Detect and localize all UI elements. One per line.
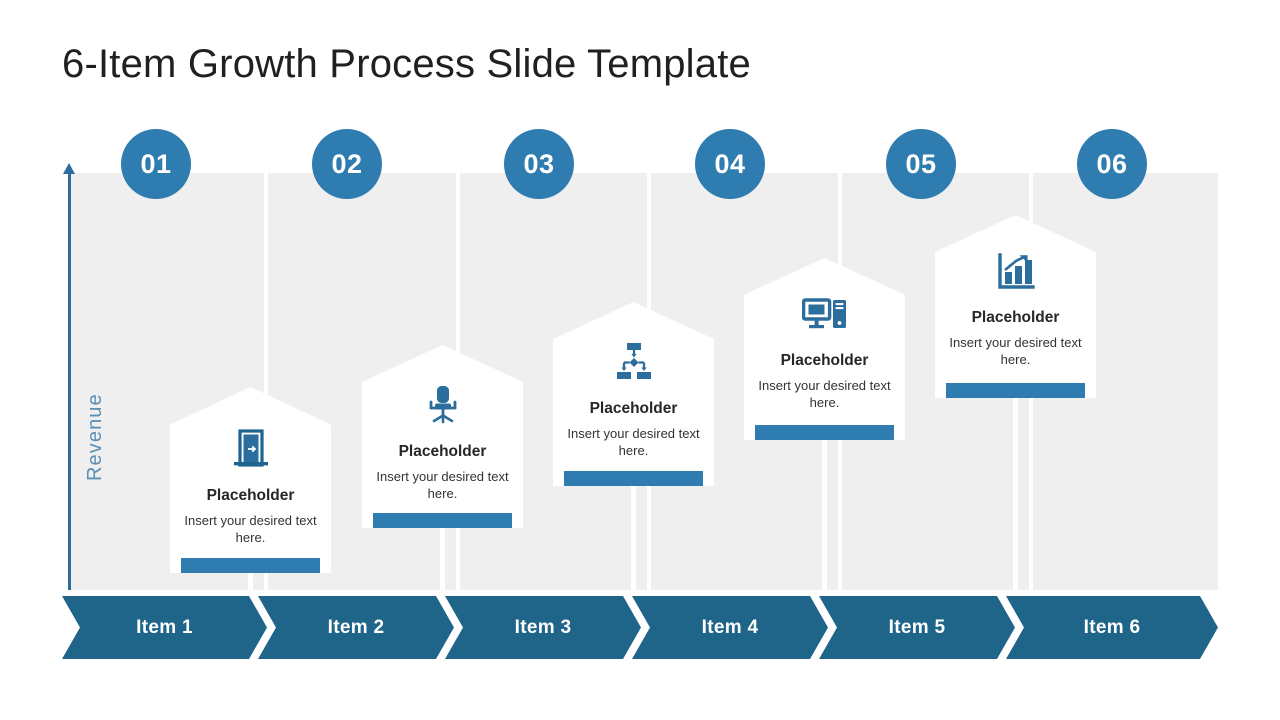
card-heading: Placeholder: [589, 400, 678, 417]
step-circle-02[interactable]: 02: [312, 129, 382, 199]
step-card-3[interactable]: Placeholder Insert your desired text her…: [553, 302, 714, 486]
card-text: Insert your desired text here.: [184, 513, 317, 546]
step-number-label: 04: [714, 148, 746, 179]
ribbon-item-1[interactable]: Item 1: [62, 596, 267, 659]
card-text: Insert your desired text here.: [758, 378, 891, 411]
step-number-label: 03: [523, 148, 555, 179]
step-card-5[interactable]: Placeholder Insert your desired text her…: [935, 215, 1096, 398]
ribbon-item-label: Item 6: [1083, 616, 1141, 638]
step-card-2[interactable]: Placeholder Insert your desired text her…: [362, 345, 523, 528]
ribbon-item-2[interactable]: Item 2: [258, 596, 454, 659]
revenue-axis: [62, 163, 76, 590]
ribbon-item-label: Item 3: [514, 616, 572, 638]
flowchart-icon: [563, 342, 704, 387]
card-heading: Placeholder: [971, 309, 1060, 326]
step-circle-06[interactable]: 06: [1077, 129, 1147, 199]
office-chair-icon: [372, 385, 513, 430]
ribbon-item-label: Item 5: [888, 616, 946, 638]
card-heading: Placeholder: [398, 443, 487, 460]
card-text: Insert your desired text here.: [567, 426, 700, 459]
ribbon-item-label: Item 4: [701, 616, 759, 638]
ribbon-item-3[interactable]: Item 3: [445, 596, 641, 659]
step-card-4[interactable]: Placeholder Insert your desired text her…: [744, 258, 905, 440]
ribbon-item-5[interactable]: Item 5: [819, 596, 1015, 659]
step-number-label: 02: [331, 148, 363, 179]
step-circle-03[interactable]: 03: [504, 129, 574, 199]
card-stem: [822, 425, 827, 596]
card-heading: Placeholder: [206, 487, 295, 504]
desktop-computer-icon: [754, 298, 895, 339]
card-text: Insert your desired text here.: [949, 335, 1082, 368]
ribbon-item-label: Item 2: [327, 616, 385, 638]
ribbon-item-4[interactable]: Item 4: [632, 596, 828, 659]
ribbon-item-6[interactable]: Item 6: [1006, 596, 1218, 659]
card-stem: [631, 471, 636, 596]
step-circle-01[interactable]: 01: [121, 129, 191, 199]
ribbon-item-label: Item 1: [136, 616, 193, 638]
card-heading: Placeholder: [780, 352, 869, 369]
step-circle-04[interactable]: 04: [695, 129, 765, 199]
card-accent-bar: [362, 513, 523, 528]
card-accent-bar: [553, 471, 714, 486]
card-accent-bar: [170, 558, 331, 573]
door-icon: [180, 429, 321, 474]
axis-label-revenue: Revenue: [84, 393, 106, 481]
step-circle-05[interactable]: 05: [886, 129, 956, 199]
page-title: 6-Item Growth Process Slide Template: [62, 42, 751, 86]
growth-chart-icon: [945, 253, 1086, 296]
card-accent-bar: [935, 383, 1096, 398]
card-accent-bar: [744, 425, 905, 440]
step-card-1[interactable]: Placeholder Insert your desired text her…: [170, 387, 331, 573]
process-ribbon: Item 1 Item 2 Item 3 Item 4 Item 5 Item …: [62, 596, 1218, 659]
step-number-label: 06: [1096, 148, 1128, 179]
card-stem: [1013, 383, 1018, 596]
step-number-label: 05: [905, 148, 937, 179]
axis-line: [68, 171, 71, 590]
card-text: Insert your desired text here.: [376, 469, 509, 502]
step-number-label: 01: [140, 148, 172, 179]
